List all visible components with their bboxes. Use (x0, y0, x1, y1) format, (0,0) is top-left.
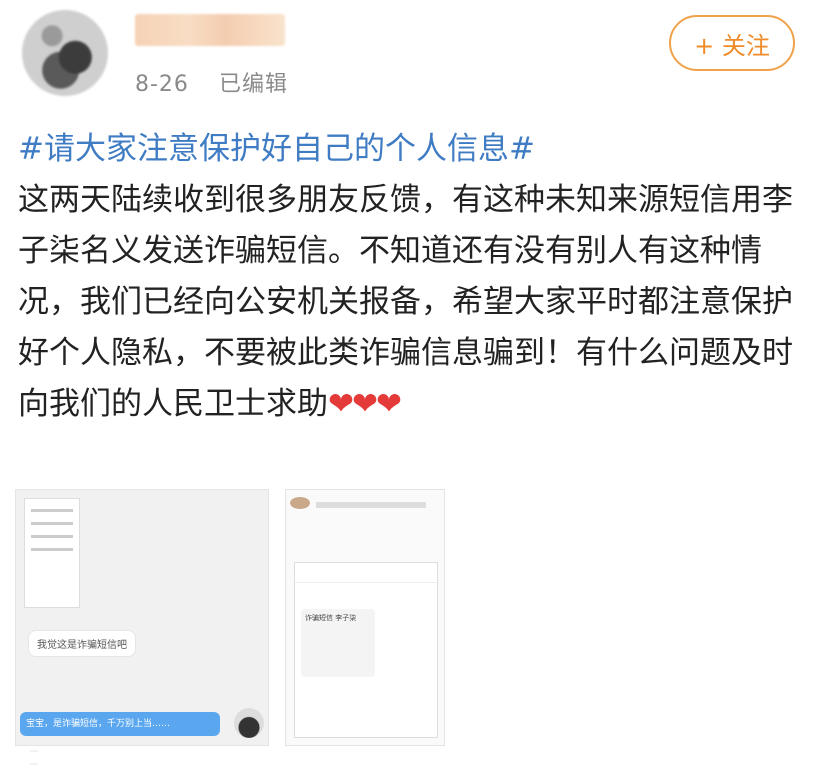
follow-button[interactable]: + 关注 (669, 15, 795, 71)
embedded-post-header (290, 494, 440, 509)
avatar[interactable] (22, 10, 108, 96)
username-blurred[interactable] (135, 14, 285, 46)
hashtag-link[interactable]: #请大家注意保护好自己的个人信息# (18, 131, 535, 167)
sms-header (295, 563, 437, 583)
post-body: 这两天陆续收到很多朋友反馈，有这种未知来源短信用李子柒名义发送诈骗短信。不知道还… (18, 182, 793, 422)
chat-avatar (234, 708, 264, 738)
sms-screenshot: 诈骗短信 李子柒 (294, 562, 438, 738)
phone-screenshot-thumb (24, 498, 80, 608)
heart-emoji-icon: ❤❤❤ (328, 386, 402, 422)
attached-image-2[interactable]: 诈骗短信 李子柒 (285, 489, 445, 746)
sms-message: 诈骗短信 李子柒 (301, 609, 375, 677)
post-meta: 8-26 已编辑 (135, 66, 310, 98)
edited-label: 已编辑 (218, 72, 288, 97)
chat-bubble-right: 宝宝，是诈骗短信，千万别上当…… (20, 712, 220, 736)
image-caption-blurred (30, 744, 160, 780)
attached-image-1[interactable]: 我觉这是诈骗短信吧 宝宝，是诈骗短信，千万别上当…… (15, 489, 269, 746)
post-content: #请大家注意保护好自己的个人信息# 这两天陆续收到很多朋友反馈，有这种未知来源短… (18, 124, 808, 430)
chat-bubble-left: 我觉这是诈骗短信吧 (28, 630, 136, 657)
post-date: 8-26 (135, 72, 189, 97)
